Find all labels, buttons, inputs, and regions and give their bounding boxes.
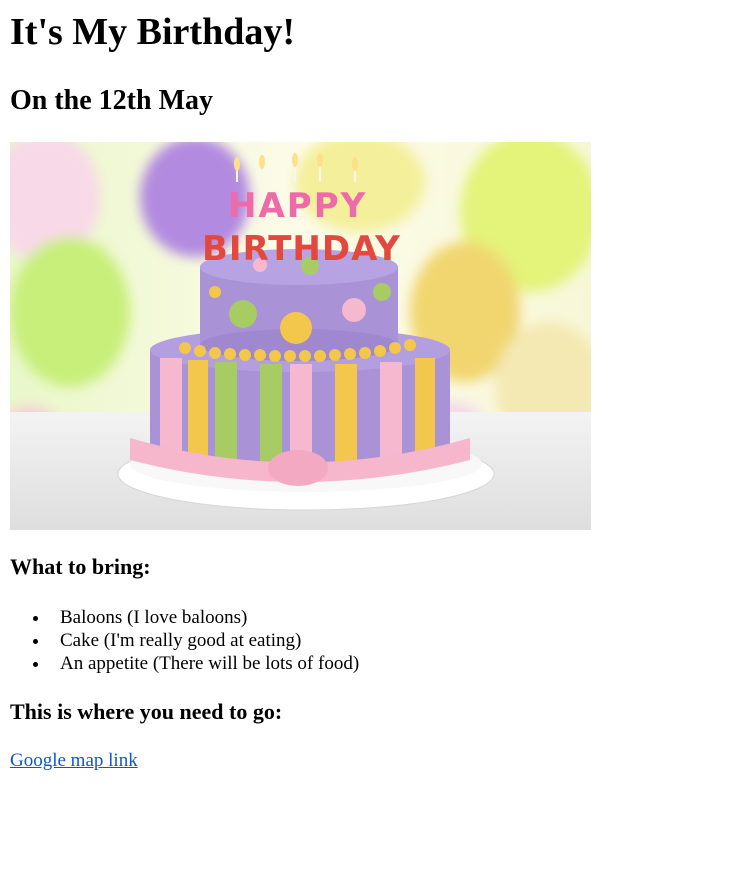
where-to-go-heading: This is where you need to go: xyxy=(10,699,283,724)
bring-list: Baloons (I love baloons) Cake (I'm reall… xyxy=(10,606,737,675)
svg-text:HAPPY: HAPPY xyxy=(228,186,367,226)
page-title: It's My Birthday! xyxy=(10,11,295,53)
list-item: Baloons (I love baloons) xyxy=(50,606,737,629)
map-link-paragraph: Google map link xyxy=(10,749,737,772)
google-map-link[interactable]: Google map link xyxy=(10,750,138,771)
what-to-bring-heading: What to bring: xyxy=(10,554,151,579)
list-item: Cake (I'm really good at eating) xyxy=(50,629,737,652)
list-item: An appetite (There will be lots of food) xyxy=(50,652,737,675)
page-content: It's My Birthday! On the 12th May HAPPY … xyxy=(0,10,747,772)
date-heading: On the 12th May xyxy=(10,85,213,116)
svg-text:BIRTHDAY: BIRTHDAY xyxy=(202,229,401,269)
birthday-cake-image: HAPPY BIRTHDAY xyxy=(10,142,591,530)
